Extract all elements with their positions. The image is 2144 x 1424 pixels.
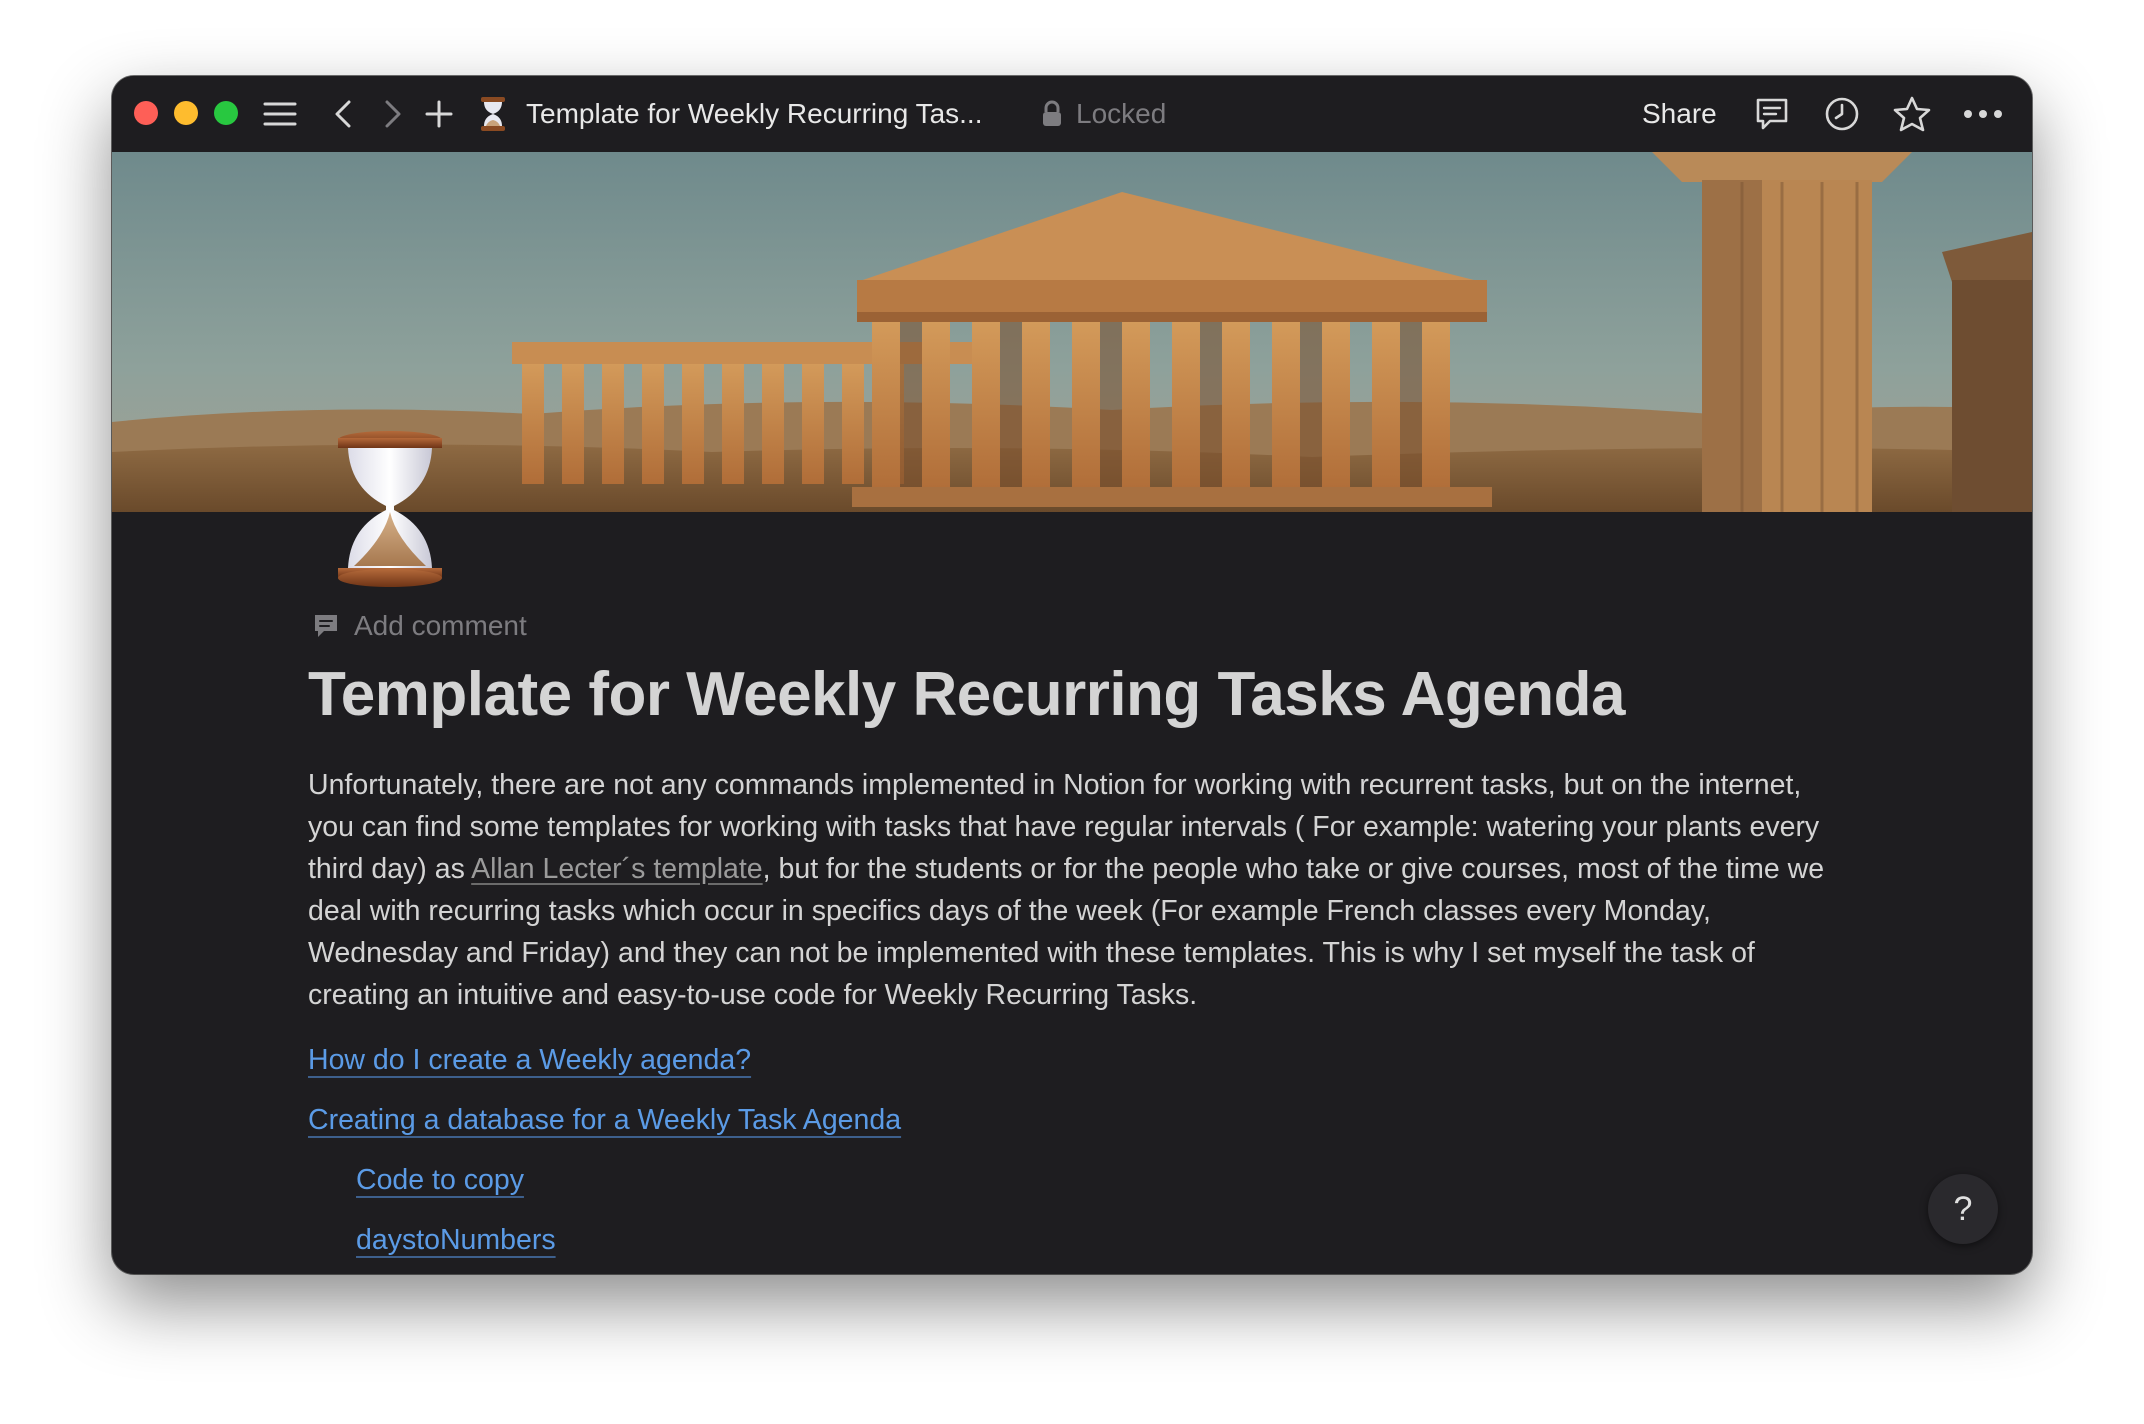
more-icon[interactable] [1962, 94, 2004, 134]
lock-icon [1040, 94, 1064, 134]
toc-link-daystonumbers[interactable]: daystoNumbers [356, 1224, 556, 1257]
add-comment-label: Add comment [354, 610, 527, 641]
page-breadcrumb-title[interactable]: Template for Weekly Recurring Tas... [526, 76, 982, 152]
allan-lecter-template-link[interactable]: Allan Lecter´s template [471, 853, 762, 885]
toc-link-code-to-copy[interactable]: Code to copy [356, 1164, 524, 1197]
app-window: Template for Weekly Recurring Tas... Loc… [112, 76, 2032, 1274]
lock-status-label[interactable]: Locked [1076, 76, 1166, 152]
toc-link-creating-database[interactable]: Creating a database for a Weekly Task Ag… [308, 1104, 901, 1137]
forward-arrow-icon[interactable] [378, 94, 408, 134]
share-button[interactable]: Share [1642, 76, 1717, 152]
page-title[interactable]: Template for Weekly Recurring Tasks Agen… [308, 659, 1626, 730]
plus-icon[interactable] [422, 94, 456, 134]
back-arrow-icon[interactable] [328, 94, 358, 134]
zoom-window-button[interactable] [214, 101, 238, 125]
sidebar-menu-icon[interactable] [262, 94, 298, 134]
close-window-button[interactable] [134, 101, 158, 125]
add-comment-button[interactable]: Add comment [312, 606, 527, 646]
hourglass-icon [478, 94, 508, 134]
title-bar: Template for Weekly Recurring Tas... Loc… [112, 76, 2032, 152]
intro-paragraph[interactable]: Unfortunately, there are not any command… [308, 764, 1848, 1016]
minimize-window-button[interactable] [174, 101, 198, 125]
clock-icon[interactable] [1822, 94, 1862, 134]
comment-bubble-icon [315, 615, 337, 637]
page-icon-hourglass[interactable] [330, 428, 450, 588]
help-button[interactable]: ? [1928, 1174, 1998, 1244]
toc-link-weekly-agenda[interactable]: How do I create a Weekly agenda? [308, 1044, 751, 1077]
comment-icon[interactable] [1752, 94, 1792, 134]
star-icon[interactable] [1892, 94, 1932, 134]
